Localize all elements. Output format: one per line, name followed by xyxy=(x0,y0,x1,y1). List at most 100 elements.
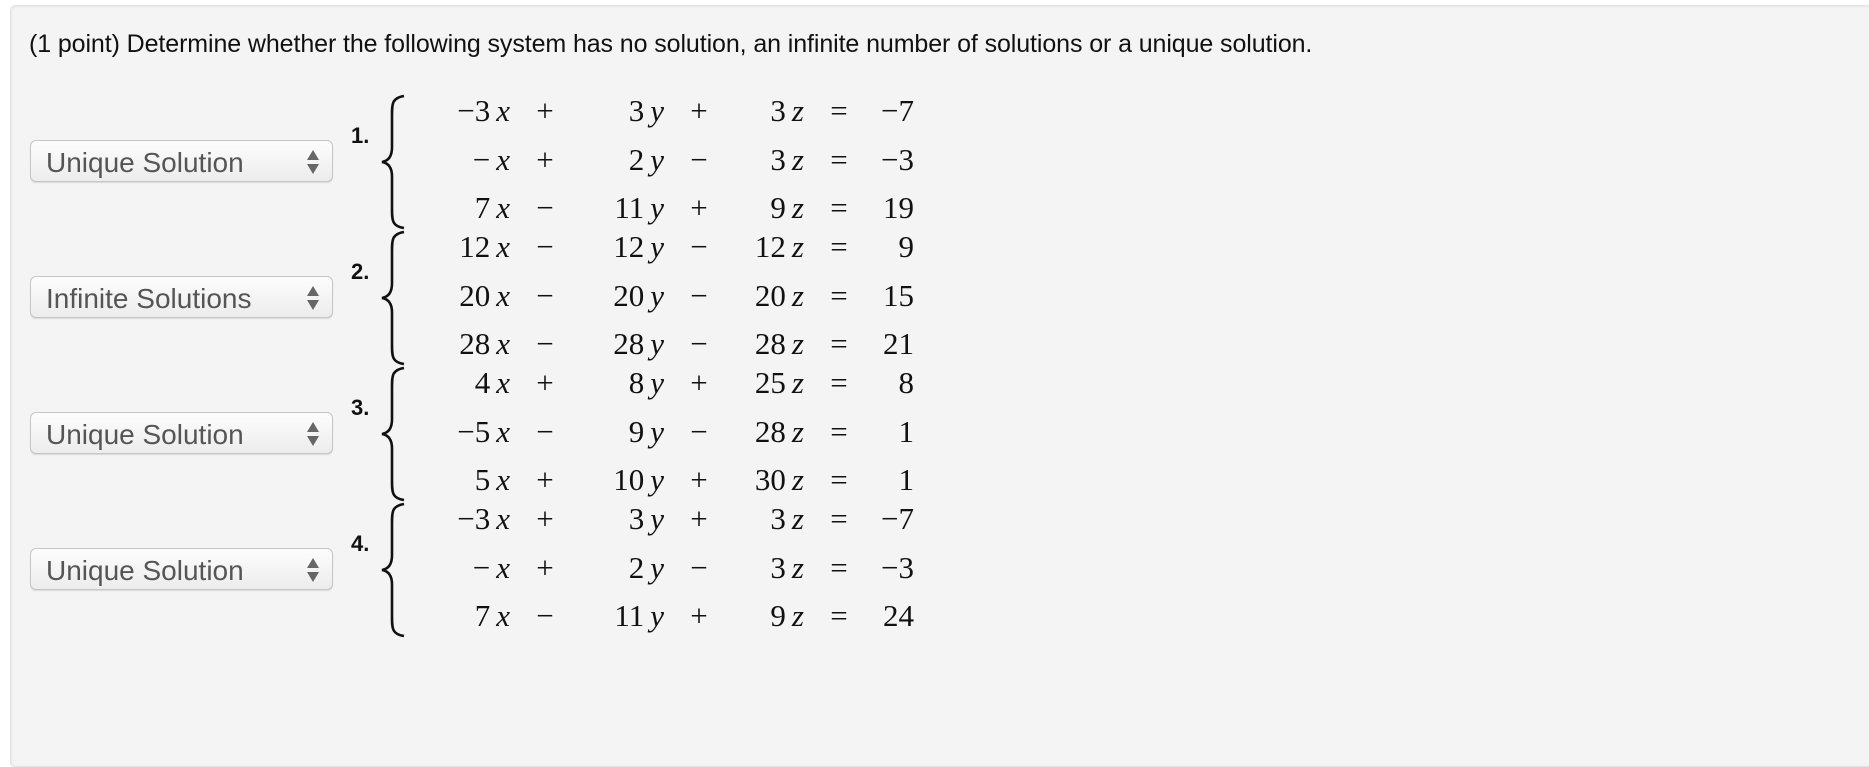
solution-type-select[interactable]: Unique Solution xyxy=(30,548,333,590)
z-term-coefficient: 9 xyxy=(770,190,786,225)
variable-x: x xyxy=(496,277,510,313)
equation-row: −3 x +3 y +3 z = −7 xyxy=(400,87,914,136)
equals-sign: = xyxy=(804,136,874,185)
x-term-coefficient: − xyxy=(472,141,491,177)
equation-row: 12 x −12 y −12 z = 9 xyxy=(400,223,914,272)
variable-z: z xyxy=(791,326,804,361)
z-term-coefficient: 3 xyxy=(770,93,786,128)
operator: + xyxy=(664,495,734,544)
variable-x: x xyxy=(496,229,510,264)
x-term: 20 x xyxy=(400,272,510,321)
rhs-constant-coefficient: −3 xyxy=(881,141,914,177)
equals-sign-coefficient: = xyxy=(830,462,848,497)
equals-sign-coefficient: = xyxy=(830,93,848,128)
equals-sign-coefficient: = xyxy=(830,549,848,585)
operator: − xyxy=(664,136,734,185)
equation-row: 4 x +8 y +25 z = 8 xyxy=(400,359,914,408)
variable-y: y xyxy=(650,501,664,536)
up-down-arrows-icon xyxy=(307,150,319,174)
problem-number: 2. xyxy=(351,259,370,284)
rhs-constant: −7 xyxy=(874,87,914,136)
rhs-constant-coefficient: −7 xyxy=(881,93,914,128)
z-term: 3z xyxy=(734,87,804,136)
operator-coefficient: + xyxy=(536,462,554,497)
y-term: 2y xyxy=(580,136,664,185)
variable-y: y xyxy=(650,141,664,177)
variable-y: y xyxy=(650,462,664,497)
operator: − xyxy=(510,408,580,457)
variable-z: z xyxy=(791,190,804,225)
solution-type-select[interactable]: Unique Solution xyxy=(30,412,333,454)
variable-y: y xyxy=(650,326,664,361)
y-term: 3y xyxy=(580,495,664,544)
operator-coefficient: + xyxy=(536,141,554,177)
problem-number: 3. xyxy=(351,395,370,420)
operator: − xyxy=(510,592,580,641)
equation-row: −5 x −9 y −28 z = 1 xyxy=(400,408,914,457)
equals-sign-coefficient: = xyxy=(830,598,848,633)
problem-item: Unique Solution 1. −3 x +3 y +3 z = −7− x +2 y −3 z =… xyxy=(0,86,1100,236)
operator: − xyxy=(664,544,734,593)
rhs-constant: 24 xyxy=(874,592,914,641)
y-term: 11 y xyxy=(580,592,664,641)
variable-z: z xyxy=(791,598,804,633)
equals-sign-coefficient: = xyxy=(830,365,848,400)
equals-sign: = xyxy=(804,592,874,641)
equals-sign-coefficient: = xyxy=(830,141,848,177)
y-term-coefficient: 28 xyxy=(613,326,645,361)
rhs-constant: −3 xyxy=(874,544,914,593)
operator: − xyxy=(510,223,580,272)
variable-z: z xyxy=(791,277,804,313)
y-term-coefficient: 11 xyxy=(614,598,645,633)
operator: + xyxy=(510,544,580,593)
solution-type-select[interactable]: Infinite Solutions xyxy=(30,276,333,318)
operator-coefficient: − xyxy=(690,141,708,177)
operator-coefficient: − xyxy=(690,413,708,449)
x-term-coefficient: 28 xyxy=(459,326,491,361)
equals-sign: = xyxy=(804,223,874,272)
operator: + xyxy=(510,495,580,544)
equation-row: 7 x −11 y +9 z = 24 xyxy=(400,592,914,641)
operator-coefficient: + xyxy=(536,501,554,536)
y-term-coefficient: 20 xyxy=(613,277,645,313)
operator: + xyxy=(664,359,734,408)
variable-y: y xyxy=(650,598,664,633)
equation-row: − x +2 y −3 z = −3 xyxy=(400,136,914,185)
variable-z: z xyxy=(791,229,804,264)
variable-z: z xyxy=(791,93,804,128)
x-term-coefficient: − xyxy=(472,549,491,585)
operator-coefficient: − xyxy=(690,229,708,264)
equals-sign-coefficient: = xyxy=(830,190,848,225)
variable-y: y xyxy=(650,549,664,585)
selected-option: Infinite Solutions xyxy=(46,283,252,314)
selected-option: Unique Solution xyxy=(46,555,244,586)
operator-coefficient: + xyxy=(690,501,708,536)
equals-sign-coefficient: = xyxy=(830,501,848,536)
operator: + xyxy=(664,87,734,136)
equation-system: 12 x −12 y −12 z = 9 20 x −20 y −20 z = 15 28 x −28 y −28 z = 2… xyxy=(400,223,914,369)
operator-coefficient: − xyxy=(690,549,708,585)
solution-type-select[interactable]: Unique Solution xyxy=(30,140,333,182)
y-term: 3y xyxy=(580,87,664,136)
operator: − xyxy=(664,408,734,457)
problem-item: Unique Solution 4. −3 x +3 y +3 z = −7− x +2 y −3 z =… xyxy=(0,494,1100,644)
variable-z: z xyxy=(791,413,804,449)
y-term-coefficient: 10 xyxy=(613,462,645,497)
z-term-coefficient: 12 xyxy=(754,229,786,264)
equation-row: − x +2 y −3 z = −3 xyxy=(400,544,914,593)
rhs-constant-coefficient: 19 xyxy=(883,190,914,225)
z-term-coefficient: 25 xyxy=(754,365,786,400)
z-term-coefficient: 28 xyxy=(754,413,786,449)
operator: + xyxy=(510,359,580,408)
x-term-coefficient: −5 xyxy=(457,413,491,449)
operator-coefficient: + xyxy=(690,598,708,633)
equals-sign-coefficient: = xyxy=(830,413,848,449)
rhs-constant: −7 xyxy=(874,495,914,544)
rhs-constant-coefficient: 1 xyxy=(898,413,915,449)
variable-x: x xyxy=(496,501,510,536)
operator-coefficient: + xyxy=(690,365,708,400)
problem-item: Infinite Solutions 2. 12 x −12 y −12 z = 9 20 x −2… xyxy=(0,222,1100,372)
equals-sign-coefficient: = xyxy=(830,326,848,361)
x-term-coefficient: −3 xyxy=(457,501,491,536)
up-down-arrows-icon xyxy=(307,286,319,310)
